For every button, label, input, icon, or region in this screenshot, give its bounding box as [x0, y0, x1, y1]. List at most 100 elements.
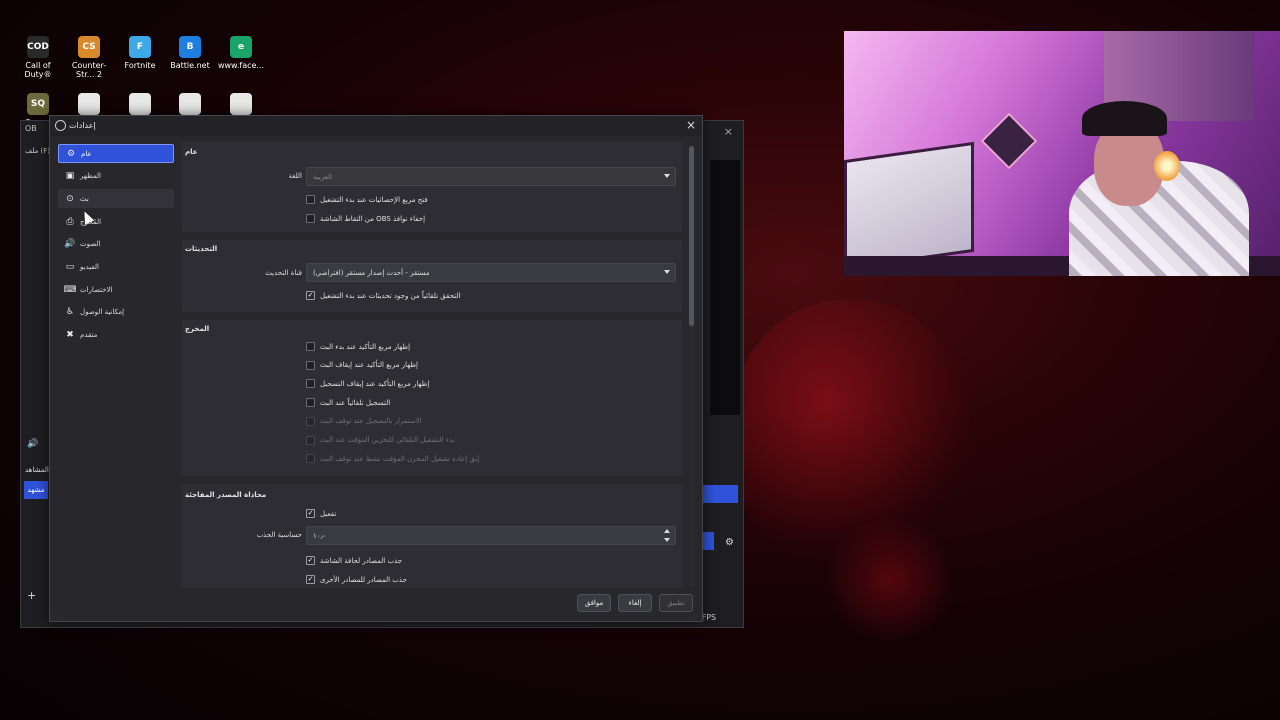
obs-main-close-icon[interactable]: × — [724, 125, 733, 138]
settings-dialog: إعدادات × ⚙ عام ▣ المظهر ⊙ بث ⎙ المُخرج 🔊 الصوت ▭ ا… — [49, 115, 703, 622]
checkbox-output-label: إظهار مربع التأكيد عند بدء البث — [320, 342, 411, 351]
chevron-down-icon — [664, 174, 670, 178]
scrollbar-thumb[interactable] — [689, 146, 694, 326]
group-snapping-title: محاذاة المصدر المفاجئة — [185, 491, 267, 499]
checkbox-snap-sources[interactable]: ✓ جذب المصادر للمصادر الأخرى — [306, 575, 407, 584]
checkbox-open-stats[interactable]: فتح مربع الإحصائيات عند بدء التشغيل — [306, 195, 428, 204]
sidebar-item[interactable]: ⚙ عام — [58, 144, 174, 163]
apply-button[interactable]: تطبيق — [659, 594, 693, 612]
sidebar-item-label: عام — [81, 149, 92, 158]
spin-down-icon[interactable] — [664, 538, 670, 542]
sidebar-item[interactable]: ♿ إمكانية الوصول — [58, 303, 174, 322]
obs-main-title: OB — [25, 124, 37, 133]
group-output: المخرج إظهار مربع التأكيد عند بدء البث إظ… — [182, 320, 682, 476]
checkbox-box[interactable]: ✓ — [306, 291, 315, 300]
obs-source-selected[interactable] — [702, 485, 738, 503]
snap-sensitivity-value: ١٠٫٠ — [313, 531, 327, 540]
gear-icon: ⚙ — [66, 148, 76, 159]
checkbox-output-label: التسجيل تلقائياً عند البث — [320, 398, 391, 407]
checkbox-output-option: بدء التشغيل التلقائي للتخزين المؤقت عند … — [306, 435, 455, 445]
desktop-icon[interactable]: COD Call of Duty® — [13, 36, 63, 79]
group-output-title: المخرج — [185, 325, 210, 333]
language-select[interactable]: العربية — [306, 167, 676, 186]
webcam-overlay — [844, 31, 1280, 276]
update-channel-select[interactable]: مستقر - أحدث إصدار مستقر (افتراضي) — [306, 263, 676, 282]
desktop-icon-label: Fortnite — [124, 61, 156, 70]
update-channel-label: قناة التحديث — [265, 269, 302, 277]
battlenet-icon: B — [179, 36, 201, 58]
checkbox-box — [306, 416, 315, 426]
sidebar-item[interactable]: ✖ متقدم — [58, 326, 174, 345]
checkbox-snap-screen-label: جذب المصادر لحافة الشاشة — [320, 556, 403, 565]
sidebar-item-label: متقدم — [80, 331, 98, 340]
checkbox-box[interactable]: ✓ — [306, 556, 315, 565]
snap-sensitivity-spinbox[interactable]: ١٠٫٠ — [306, 526, 676, 545]
obs-menu-file[interactable]: ملف (F) — [25, 147, 50, 155]
checkbox-hide-obs[interactable]: من التقاط الشاشة OBS إخفاء نوافذ — [306, 214, 425, 223]
sidebar-item[interactable]: ⌨ الاختصارات — [58, 280, 174, 299]
obs-volume-icon[interactable]: 🔊 — [27, 439, 38, 449]
fortnite-icon: F — [129, 36, 151, 58]
chevron-down-icon — [664, 270, 670, 274]
desktop-icon[interactable]: B Battle.net — [165, 36, 215, 70]
file-icon — [78, 93, 100, 115]
checkbox-output-option[interactable]: إظهار مربع التأكيد عند بدء البث — [306, 342, 410, 351]
spin-up-icon[interactable] — [664, 529, 670, 533]
checkbox-output-option: إبق إعادة تشغيل المخزن المؤقت نشط عند تو… — [306, 454, 480, 464]
sidebar-item-label: المظهر — [80, 172, 101, 181]
obs-scenes-header: المشاهد — [25, 466, 49, 474]
accessibility-icon: ♿ — [65, 307, 75, 318]
desktop-icon[interactable]: CS Counter-Str... 2 — [64, 36, 114, 79]
checkbox-box[interactable]: ✓ — [306, 509, 315, 518]
checkbox-output-label: إظهار مربع التأكيد عند إيقاف التسجيل — [320, 379, 430, 388]
sidebar-item[interactable]: ▣ المظهر — [58, 167, 174, 186]
group-snapping: محاذاة المصدر المفاجئة ✓ تفعيل حساسية ال… — [182, 484, 682, 588]
counter-strike-icon: CS — [78, 36, 100, 58]
ok-button[interactable]: موافق — [577, 594, 611, 612]
checkbox-hide-obs-label: من التقاط الشاشة OBS إخفاء نوافذ — [320, 214, 426, 223]
checkbox-box[interactable] — [306, 342, 315, 351]
snap-sensitivity-label: حساسية الجذب — [256, 531, 302, 539]
checkbox-box[interactable] — [306, 195, 315, 204]
desktop-icon-label: Battle.net — [170, 61, 210, 70]
checkbox-output-label: إبق إعادة تشغيل المخزن المؤقت نشط عند تو… — [320, 454, 480, 463]
checkbox-auto-update[interactable]: ✓ التحقق تلقائياً من وجود تحديثات عند بد… — [306, 291, 460, 300]
checkbox-box[interactable] — [306, 398, 315, 408]
checkbox-output-label: بدء التشغيل التلقائي للتخزين المؤقت عند … — [320, 436, 455, 444]
sidebar-item[interactable]: ⊙ بث — [58, 189, 174, 209]
sidebar-item[interactable]: ⎙ المُخرج — [58, 212, 174, 231]
checkbox-box[interactable] — [306, 379, 315, 389]
language-value: العربية — [313, 172, 333, 181]
sidebar-item[interactable]: ▭ الفيديو — [58, 258, 174, 277]
update-channel-value: مستقر - أحدث إصدار مستقر (افتراضي) — [313, 268, 430, 277]
obs-add-scene-icon[interactable]: + — [27, 589, 36, 602]
settings-content: عام اللغة العربية فتح مربع الإحصائيات عن… — [182, 142, 682, 588]
sidebar-item-label: الفيديو — [80, 263, 99, 271]
cancel-button[interactable]: إلغاء — [618, 594, 652, 612]
wallpaper-skull — [730, 300, 970, 560]
appearance-icon: ▣ — [65, 171, 75, 182]
desktop-icon[interactable]: e www.face... — [216, 36, 266, 70]
checkbox-snap-screen[interactable]: ✓ جذب المصادر لحافة الشاشة — [306, 556, 402, 565]
close-icon[interactable]: × — [686, 118, 696, 132]
checkbox-snap-enable[interactable]: ✓ تفعيل — [306, 509, 336, 518]
sidebar-item[interactable]: 🔊 الصوت — [58, 235, 174, 254]
settings-scrollbar[interactable] — [689, 146, 694, 586]
sidebar-item-label: إمكانية الوصول — [80, 308, 125, 317]
obs-scene-item[interactable]: مشهد — [24, 481, 48, 499]
desktop-icon[interactable]: F Fortnite — [115, 36, 165, 70]
group-general-title: عام — [185, 148, 198, 156]
sidebar-item-label: الاختصارات — [80, 285, 113, 294]
checkbox-snap-enable-label: تفعيل — [320, 509, 337, 518]
file-icon — [179, 93, 201, 115]
dialog-titlebar[interactable]: إعدادات × — [50, 116, 702, 136]
checkbox-output-option[interactable]: التسجيل تلقائياً عند البث — [306, 398, 391, 408]
speaker-icon: 🔊 — [64, 239, 76, 250]
checkbox-output-option[interactable]: إظهار مربع التأكيد عند إيقاف البث — [306, 360, 418, 370]
checkbox-box[interactable] — [306, 214, 315, 223]
checkbox-output-option[interactable]: إظهار مربع التأكيد عند إيقاف التسجيل — [306, 379, 430, 389]
webcam-person-cap — [1082, 101, 1167, 136]
checkbox-box[interactable]: ✓ — [306, 575, 315, 584]
obs-gear-icon[interactable]: ⚙ — [725, 537, 734, 548]
checkbox-box[interactable] — [306, 360, 315, 370]
